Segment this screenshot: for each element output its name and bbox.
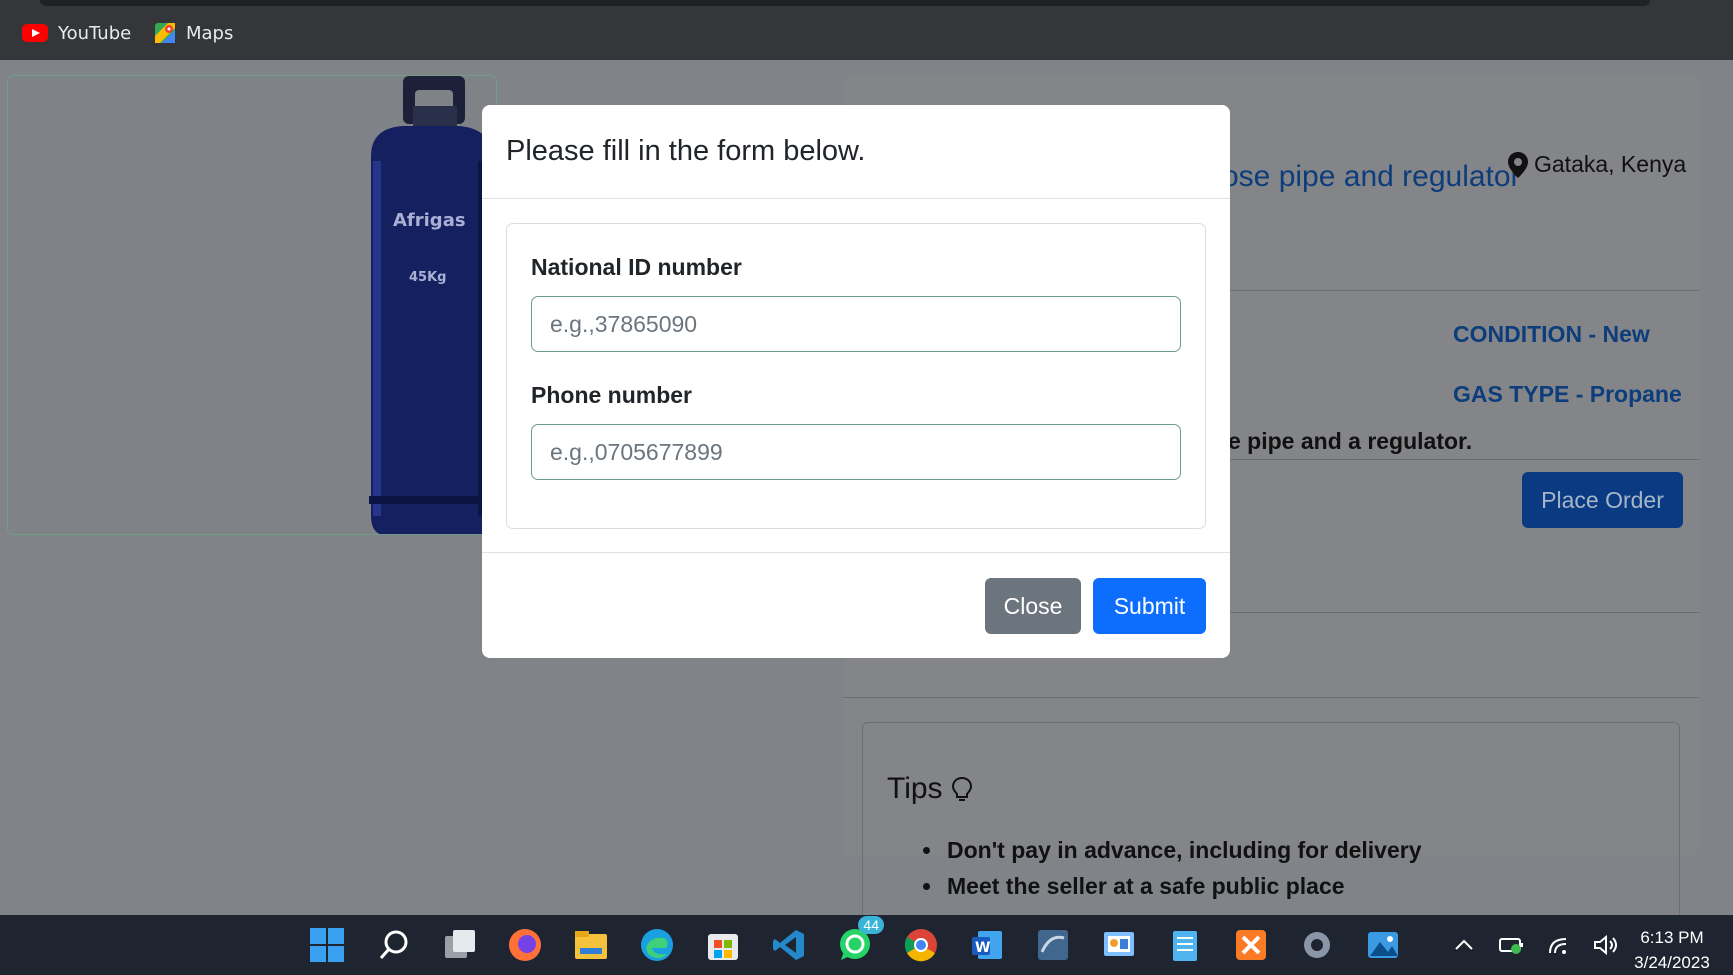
notepad-icon[interactable] bbox=[1166, 926, 1204, 964]
bookmark-label: YouTube bbox=[58, 22, 132, 44]
word-icon[interactable]: W bbox=[968, 926, 1006, 964]
place-order-button[interactable]: Place Order bbox=[1522, 472, 1683, 528]
bookmark-label: Maps bbox=[186, 22, 234, 44]
tip-item: Don't pay in advance, including for deli… bbox=[920, 832, 1422, 868]
modal-footer-divider bbox=[482, 552, 1230, 553]
windows-start-icon[interactable] bbox=[308, 926, 346, 964]
microsoft-store-icon[interactable] bbox=[704, 926, 742, 964]
location-text: Gataka, Kenya bbox=[1534, 151, 1687, 177]
bookmark-youtube[interactable]: YouTube bbox=[22, 20, 131, 46]
search-icon[interactable] bbox=[375, 926, 413, 964]
file-explorer-icon[interactable] bbox=[572, 926, 610, 964]
gas-cylinder-image: Afrigas 45Kg bbox=[369, 76, 493, 534]
youtube-icon bbox=[22, 24, 48, 42]
task-view-icon[interactable] bbox=[441, 926, 479, 964]
clock-time: 6:13 PM bbox=[1640, 928, 1704, 947]
tips-list: Don't pay in advance, including for deli… bbox=[920, 832, 1422, 904]
control-panel-icon[interactable] bbox=[1100, 926, 1138, 964]
chrome-icon[interactable] bbox=[902, 926, 940, 964]
photos-icon[interactable] bbox=[1364, 926, 1402, 964]
brand-text: Afrigas bbox=[393, 210, 466, 231]
wifi-icon[interactable] bbox=[1546, 933, 1574, 957]
weight-text: 45Kg bbox=[409, 270, 446, 285]
xampp-icon[interactable] bbox=[1232, 926, 1270, 964]
whatsapp-icon[interactable]: 44 bbox=[836, 916, 884, 964]
location-pin-icon bbox=[1508, 151, 1528, 178]
modal-title: Please fill in the form below. bbox=[506, 135, 866, 167]
tips-title: Tips bbox=[887, 772, 943, 805]
firefox-icon[interactable] bbox=[506, 926, 544, 964]
tab-strip-edge bbox=[40, 0, 1650, 6]
bookmarks-bar: YouTube Maps bbox=[0, 0, 1733, 60]
settings-icon[interactable] bbox=[1298, 926, 1336, 964]
phone-number-input[interactable] bbox=[531, 424, 1181, 480]
product-title: ose pipe and regulator bbox=[1222, 160, 1521, 193]
lightbulb-icon bbox=[951, 776, 972, 801]
condition-text: CONDITION - New bbox=[1453, 321, 1650, 347]
taskbar-clock[interactable]: 6:13 PM 3/24/2023 bbox=[1620, 925, 1724, 975]
product-description: e pipe and a regulator. bbox=[1228, 428, 1473, 454]
mysql-workbench-icon[interactable] bbox=[1034, 926, 1072, 964]
windows-taskbar: 44 W 6:13 PM 3/24/2023 bbox=[0, 915, 1733, 975]
clock-date: 3/24/2023 bbox=[1634, 953, 1710, 972]
maps-icon bbox=[154, 22, 176, 44]
submit-button[interactable]: Submit bbox=[1093, 578, 1206, 634]
unread-count-badge: 44 bbox=[858, 916, 884, 934]
divider bbox=[843, 697, 1699, 698]
close-button[interactable]: Close bbox=[985, 578, 1081, 634]
national-id-input[interactable] bbox=[531, 296, 1181, 352]
vscode-icon[interactable] bbox=[770, 926, 808, 964]
volume-icon[interactable] bbox=[1592, 933, 1620, 957]
tip-item: Meet the seller at a safe public place bbox=[920, 868, 1422, 904]
form-card: National ID number Phone number bbox=[506, 223, 1206, 529]
bookmark-maps[interactable]: Maps bbox=[154, 20, 233, 46]
product-location: Gataka, Kenya bbox=[1508, 151, 1686, 178]
battery-charging-icon[interactable] bbox=[1498, 933, 1526, 957]
national-id-label: National ID number bbox=[531, 254, 742, 280]
svg-text:W: W bbox=[975, 940, 990, 956]
modal-header-divider bbox=[482, 198, 1230, 199]
phone-number-label: Phone number bbox=[531, 382, 693, 408]
product-image-card: Afrigas 45Kg bbox=[7, 75, 497, 535]
gas-type-text: GAS TYPE - Propane bbox=[1453, 381, 1682, 407]
show-hidden-icons-chevron-icon[interactable] bbox=[1450, 933, 1478, 957]
tips-heading: Tips bbox=[887, 772, 973, 806]
edge-icon[interactable] bbox=[638, 926, 676, 964]
order-form-modal: Please fill in the form below. National … bbox=[482, 105, 1230, 658]
